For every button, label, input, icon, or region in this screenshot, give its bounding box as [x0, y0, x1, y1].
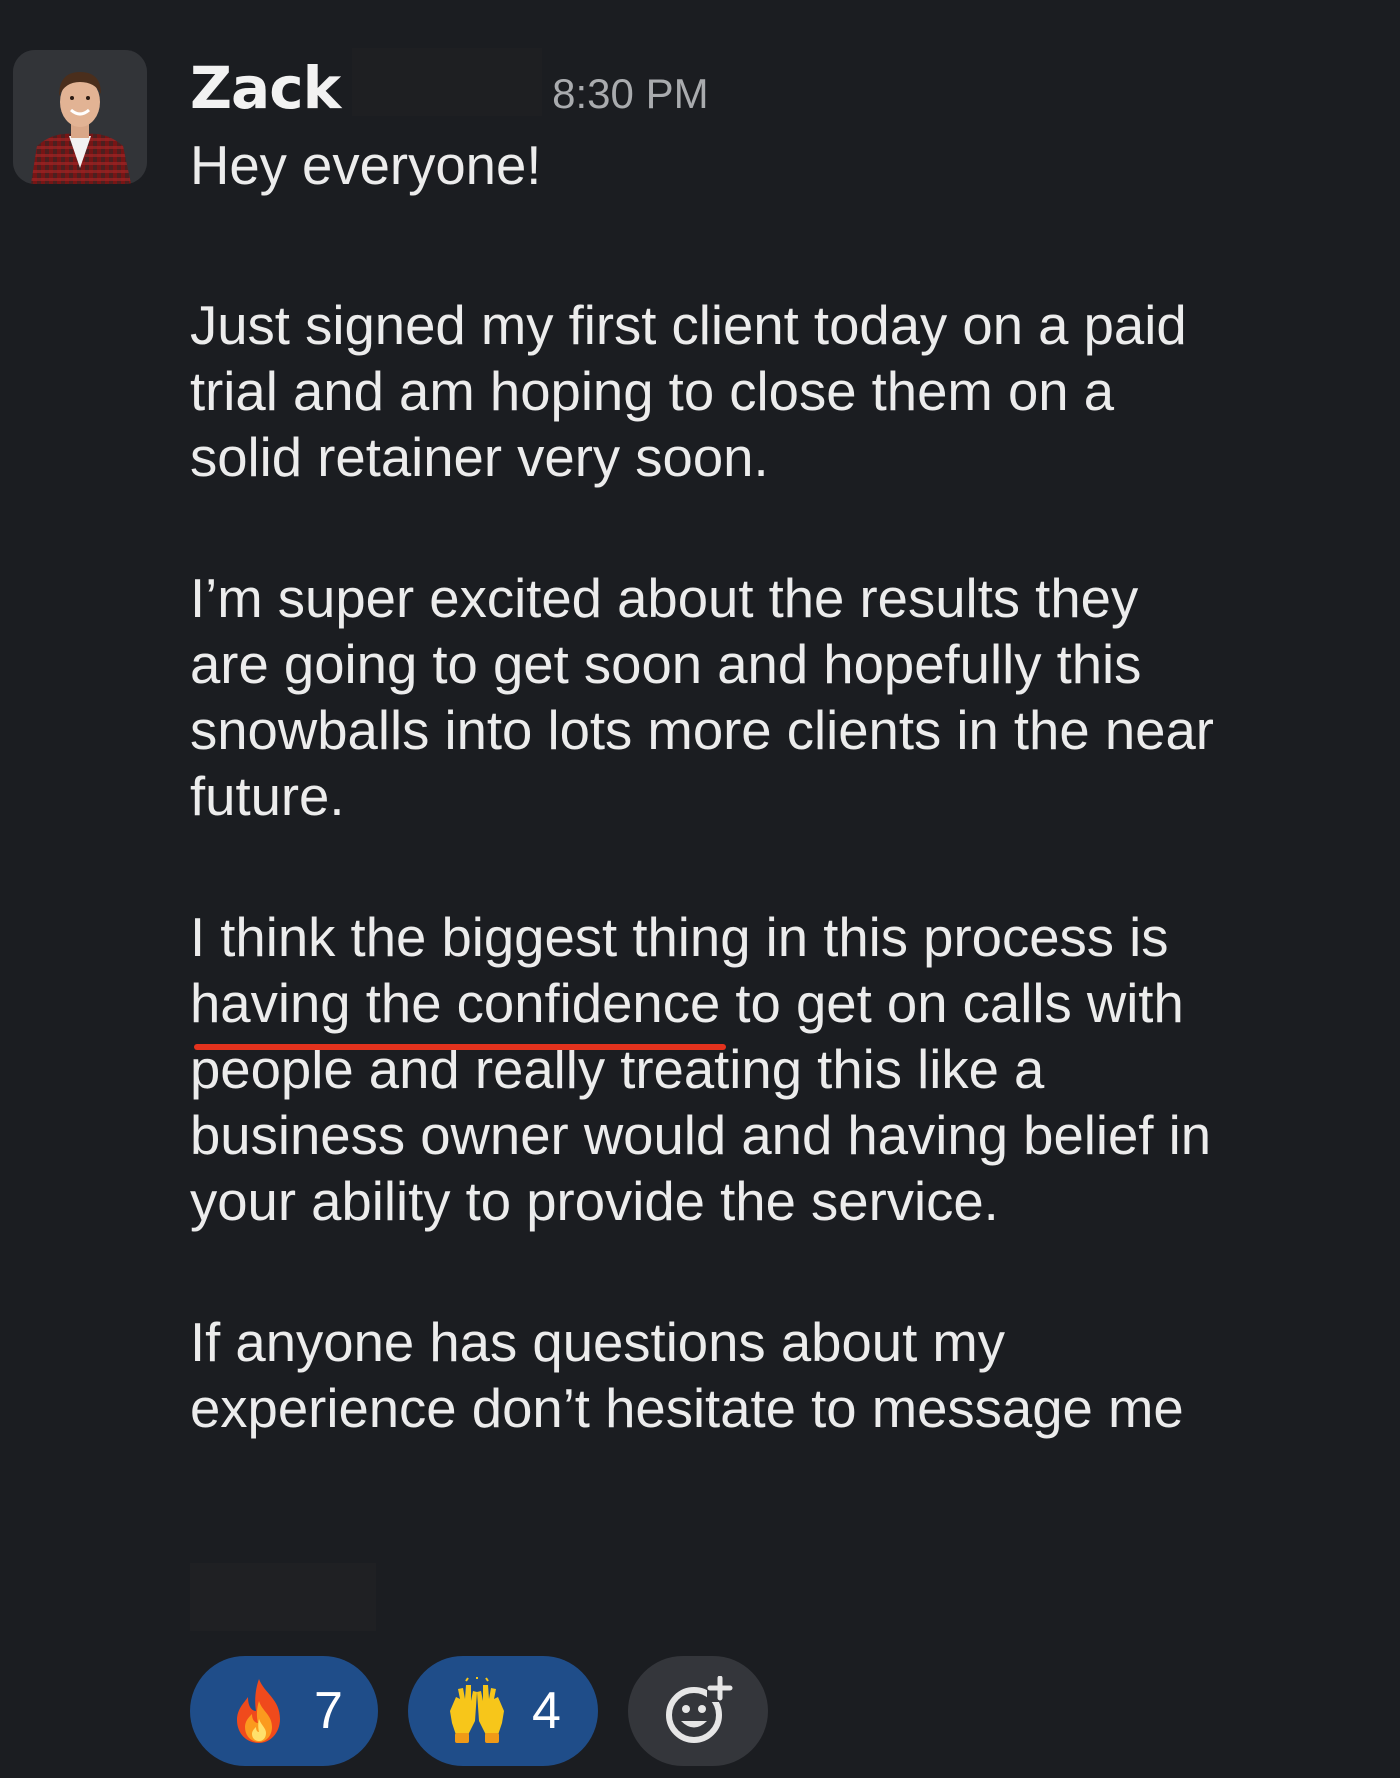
- underlined-phrase: having the confidence: [190, 966, 727, 1050]
- avatar[interactable]: [13, 50, 147, 184]
- message-line: future.: [190, 766, 345, 827]
- redacted-area: [190, 1563, 376, 1631]
- message-line: your ability to provide the service.: [190, 1171, 999, 1232]
- message-line: are going to get soon and hopefully this: [190, 634, 1142, 695]
- message-body: Hey everyone! Just signed my first clien…: [190, 128, 1390, 1446]
- add-reaction-button[interactable]: [628, 1656, 768, 1766]
- message-line: snowballs into lots more clients in the …: [190, 700, 1214, 761]
- reaction-raised-hands-button[interactable]: 4: [408, 1656, 598, 1766]
- avatar-photo-icon: [13, 50, 147, 184]
- message-line: business owner would and having belief i…: [190, 1105, 1212, 1166]
- message-line: I’m super excited about the results they: [190, 568, 1139, 629]
- add-emoji-icon: [666, 1676, 733, 1743]
- reaction-count: 4: [532, 1682, 561, 1740]
- author-name[interactable]: Zack: [190, 43, 341, 133]
- message-line: I think the biggest thing in this proces…: [190, 907, 1169, 968]
- raised-hands-emoji-icon: [446, 1676, 508, 1745]
- message-line: trial and am hoping to close them on a: [190, 361, 1115, 422]
- message-line-rest: to get on calls with: [720, 973, 1184, 1034]
- message-line: having the confidence to get on calls wi…: [190, 966, 1390, 1050]
- message-timestamp[interactable]: 8:30 PM: [552, 49, 708, 139]
- message-line: Just signed my first client today on a p…: [190, 295, 1187, 356]
- reaction-fire-button[interactable]: 7: [190, 1656, 378, 1766]
- message-line: If anyone has questions about my: [190, 1312, 1005, 1373]
- redacted-area: [352, 48, 543, 116]
- message-header: Zack 8:30 PM: [190, 40, 709, 130]
- reaction-count: 7: [314, 1682, 343, 1740]
- fire-emoji-icon: [228, 1677, 290, 1745]
- message-line: experience don’t hesitate to message me: [190, 1378, 1184, 1439]
- message-line: Hey everyone!: [190, 135, 542, 196]
- reaction-bar: 7 4: [190, 1656, 768, 1766]
- message-line: solid retainer very soon.: [190, 427, 769, 488]
